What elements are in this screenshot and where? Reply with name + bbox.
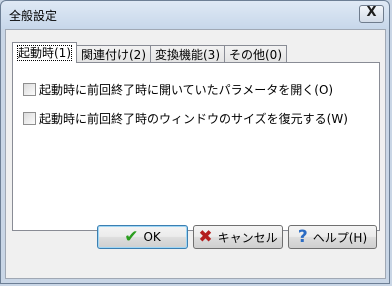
question-icon: ? <box>297 226 308 247</box>
x-icon: ✖ <box>198 226 213 247</box>
dialog-body: 起動時(1) 関連付け(2) 変換機能(3) その他(0) 起動時に前回終了時に… <box>5 29 386 279</box>
restore-window-size-checkbox[interactable] <box>23 112 36 125</box>
tab-startup-label: 起動時(1) <box>17 45 72 61</box>
help-button[interactable]: ? ヘルプ(H) <box>288 225 377 249</box>
window-title: 全般設定 <box>9 9 58 23</box>
reopen-parameters-label: 起動時に前回終了時に開いていたパラメータを開く(O) <box>39 83 334 97</box>
check-icon: ✔ <box>124 226 139 247</box>
tab-panel-startup: 起動時に前回終了時に開いていたパラメータを開く(O) 起動時に前回終了時のウィン… <box>12 62 380 231</box>
tab-conversion-label: 変換機能(3) <box>155 48 220 62</box>
tab-conversion[interactable]: 変換機能(3) <box>150 45 225 63</box>
title-bar[interactable]: 全般設定 X <box>1 1 389 29</box>
tab-associations-label: 関連付け(2) <box>81 48 146 62</box>
tab-other-label: その他(0) <box>229 48 282 62</box>
help-button-label: ヘルプ(H) <box>312 230 368 245</box>
option-reopen-parameters[interactable]: 起動時に前回終了時に開いていたパラメータを開く(O) <box>23 81 333 98</box>
cancel-button-label: キャンセル <box>217 230 278 245</box>
close-icon: X <box>366 5 377 20</box>
reopen-parameters-checkbox[interactable] <box>23 83 36 96</box>
tab-other[interactable]: その他(0) <box>224 45 287 63</box>
option-restore-window-size[interactable]: 起動時に前回終了時のウィンドウのサイズを復元する(W) <box>23 110 348 127</box>
restore-window-size-label: 起動時に前回終了時のウィンドウのサイズを復元する(W) <box>39 112 348 126</box>
close-button[interactable]: X <box>359 5 384 23</box>
cancel-button[interactable]: ✖ キャンセル <box>193 225 283 249</box>
settings-dialog: 全般設定 X 起動時(1) 関連付け(2) 変換機能(3) その他(0) 起動時… <box>0 0 390 284</box>
tab-strip: 起動時(1) 関連付け(2) 変換機能(3) その他(0) <box>12 41 287 63</box>
tab-startup[interactable]: 起動時(1) <box>12 42 77 63</box>
tab-associations[interactable]: 関連付け(2) <box>76 45 151 63</box>
ok-button-label: OK <box>143 230 161 244</box>
ok-button[interactable]: ✔ OK <box>97 225 188 249</box>
